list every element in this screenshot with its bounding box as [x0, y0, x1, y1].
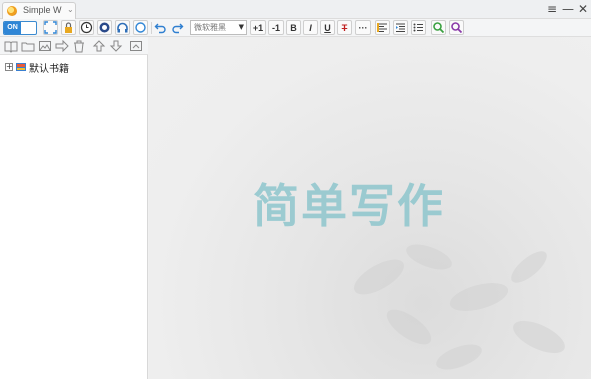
- app-logo-icon: [7, 6, 17, 16]
- search-icon: [433, 22, 445, 34]
- lock-button[interactable]: [61, 20, 76, 35]
- folder-icon[interactable]: [21, 39, 35, 53]
- font-decrease-button[interactable]: -1: [268, 20, 284, 35]
- circle-icon: [135, 22, 146, 33]
- export-icon[interactable]: [129, 39, 143, 53]
- font-family-select[interactable]: 微软雅黑 ▼: [190, 20, 247, 35]
- clock-button[interactable]: [79, 20, 94, 35]
- app-watermark: 简单写作: [253, 179, 445, 233]
- tab-title: Simple W: [23, 5, 62, 15]
- book-sidebar: + 默认书籍: [0, 37, 148, 379]
- indent-icon: [396, 23, 405, 32]
- tree-expander-icon[interactable]: +: [5, 63, 13, 71]
- font-family-value: 微软雅黑: [194, 23, 226, 32]
- open-book-icon[interactable]: [4, 39, 18, 53]
- list-icon: [413, 23, 423, 32]
- lock-icon: [65, 22, 72, 33]
- sidebar-toolbar: [0, 37, 148, 55]
- minimize-icon[interactable]: —: [561, 2, 575, 16]
- undo-icon: [154, 23, 166, 34]
- document-tab[interactable]: Simple W ⌄: [2, 2, 76, 19]
- arrow-down-icon[interactable]: [109, 39, 123, 53]
- fullscreen-icon: [44, 21, 57, 34]
- theme-button[interactable]: [97, 20, 112, 35]
- font-increase-button[interactable]: +1: [250, 20, 266, 35]
- redo-button[interactable]: [170, 20, 185, 35]
- editor-area[interactable]: 简单写作: [149, 37, 591, 379]
- trash-icon[interactable]: [72, 39, 86, 53]
- book-icon: [16, 63, 26, 71]
- strikethrough-button[interactable]: T: [337, 20, 352, 35]
- align-left-icon: [377, 23, 387, 32]
- toolbar-separator: [151, 22, 152, 34]
- headphones-button[interactable]: [115, 20, 130, 35]
- background-leaves-decoration: [354, 244, 565, 370]
- italic-button[interactable]: I: [303, 20, 318, 35]
- fullscreen-button[interactable]: [43, 20, 58, 35]
- align-left-button[interactable]: [375, 20, 390, 35]
- bold-button[interactable]: B: [286, 20, 301, 35]
- close-icon[interactable]: ✕: [576, 2, 590, 16]
- redo-icon: [172, 23, 184, 34]
- tree-item-default-book[interactable]: + 默认书籍: [5, 60, 145, 75]
- list-button[interactable]: [411, 20, 426, 35]
- mode-toggle[interactable]: ON: [3, 21, 37, 35]
- underline-button[interactable]: U: [320, 20, 335, 35]
- theme-icon: [99, 22, 110, 33]
- clock-icon: [80, 21, 93, 34]
- replace-icon: [451, 22, 463, 34]
- title-bar: Simple W ⌄ ≡ — ✕: [0, 0, 591, 19]
- more-button[interactable]: ···: [355, 20, 371, 35]
- dropdown-arrow-icon: ▼: [238, 23, 244, 31]
- arrow-up-icon[interactable]: [92, 39, 106, 53]
- undo-button[interactable]: [153, 20, 168, 35]
- replace-button[interactable]: [449, 20, 464, 35]
- move-icon[interactable]: [55, 39, 69, 53]
- tab-dropdown-icon[interactable]: ⌄: [67, 5, 74, 14]
- indent-button[interactable]: [393, 20, 408, 35]
- main-toolbar: ON 微软雅黑 ▼ +1 -1 B I U T ···: [0, 19, 591, 37]
- headphones-icon: [117, 22, 128, 33]
- image-icon[interactable]: [38, 39, 52, 53]
- search-button[interactable]: [431, 20, 446, 35]
- toggle-on-label: ON: [4, 22, 21, 34]
- circle-button[interactable]: [133, 20, 148, 35]
- tree-item-label: 默认书籍: [29, 64, 69, 75]
- menu-icon[interactable]: ≡: [545, 2, 559, 16]
